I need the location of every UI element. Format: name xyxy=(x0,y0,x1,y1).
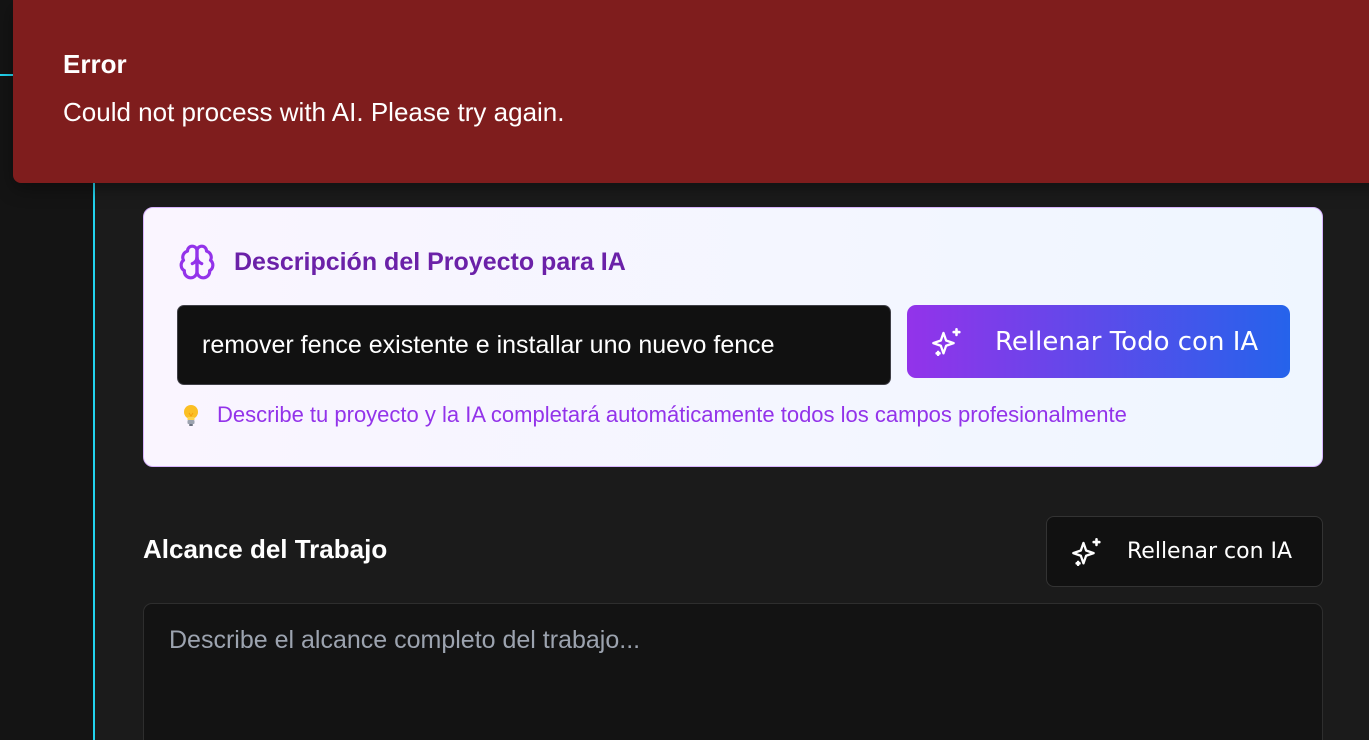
ai-hint-text: Describe tu proyecto y la IA completará … xyxy=(217,402,1127,427)
fill-scope-with-ai-label: Rellenar con IA xyxy=(1127,539,1293,564)
ai-hint: Describe tu proyecto y la IA completará … xyxy=(180,402,1127,428)
ai-description-card: Descripción del Proyecto para IA Rellena… xyxy=(143,207,1323,467)
page: Descripción del Proyecto para IA Rellena… xyxy=(0,0,1369,740)
scope-of-work-textarea[interactable] xyxy=(143,603,1323,740)
lightbulb-icon xyxy=(180,403,202,427)
ai-card-title: Descripción del Proyecto para IA xyxy=(234,247,626,276)
fill-all-with-ai-button[interactable]: Rellenar Todo con IA xyxy=(907,305,1290,378)
project-description-input[interactable] xyxy=(177,305,891,385)
ai-card-header: Descripción del Proyecto para IA xyxy=(178,244,626,280)
sparkle-icon xyxy=(931,325,965,359)
toast-message: Could not process with AI. Please try ag… xyxy=(63,97,565,127)
fill-scope-with-ai-button[interactable]: Rellenar con IA xyxy=(1046,516,1323,587)
fill-all-with-ai-label: Rellenar Todo con IA xyxy=(995,326,1259,357)
brain-icon xyxy=(178,243,216,281)
scope-section-title: Alcance del Trabajo xyxy=(143,534,388,564)
toast-title: Error xyxy=(63,49,127,79)
sparkle-icon xyxy=(1071,535,1105,569)
error-toast[interactable]: Error Could not process with AI. Please … xyxy=(13,0,1369,183)
